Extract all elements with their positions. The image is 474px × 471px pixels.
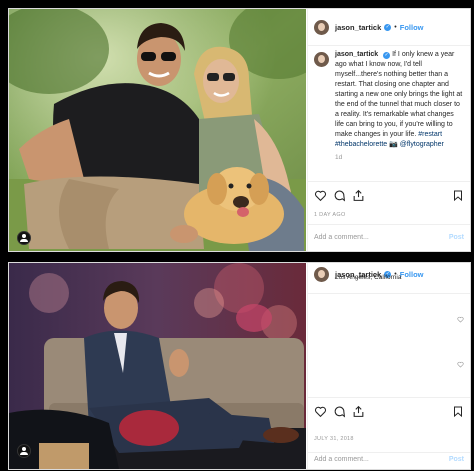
instagram-post-2: jason_tartick ✓ • Follow Los Angeles, Ca… [8, 262, 471, 470]
post-date: JULY 31, 2018 [314, 436, 354, 442]
separator-dot: • [394, 23, 397, 31]
verified-badge-icon: ✓ [384, 23, 392, 31]
verified-badge-icon: ✓ [383, 52, 391, 59]
post-1-side-panel: jason_tartick ✓ • Follow jason_tartick ✓… [307, 9, 470, 251]
small-heart-icon[interactable] [457, 361, 464, 368]
divider [308, 45, 470, 46]
user-tag-icon[interactable] [17, 231, 31, 245]
caption-body: If I only knew a year ago what I know no… [335, 51, 463, 138]
comment-box: Add a comment... Post [308, 452, 470, 469]
instagram-post-1: jason_tartick ✓ • Follow jason_tartick ✓… [8, 8, 471, 252]
post-1-caption: jason_tartick ✓ If I only knew a year ag… [314, 50, 464, 161]
avatar[interactable] [314, 266, 329, 282]
avatar[interactable] [314, 52, 329, 67]
bookmark-icon[interactable] [452, 405, 464, 418]
post-photo-couple-with-dog[interactable] [9, 9, 306, 251]
post-1-header: jason_tartick ✓ • Follow [314, 16, 466, 38]
comment-icon[interactable] [333, 189, 346, 202]
post-comment-button[interactable]: Post [449, 456, 464, 463]
divider [308, 397, 470, 398]
divider [308, 181, 470, 182]
comment-input[interactable]: Add a comment... [314, 456, 369, 463]
heart-icon[interactable] [314, 189, 327, 202]
mention-link[interactable]: @flytographer [400, 141, 444, 148]
caption-username[interactable]: jason_tartick [335, 51, 378, 58]
comment-icon[interactable] [333, 405, 346, 418]
caption-text: jason_tartick ✓ If I only knew a year ag… [335, 50, 464, 150]
location-link[interactable]: Los Angeles, California [335, 274, 402, 281]
comment-input[interactable]: Add a comment... [314, 234, 369, 241]
post-photo-man-on-couch[interactable] [9, 263, 306, 469]
share-icon[interactable] [352, 405, 365, 418]
comment-box: Add a comment... Post [308, 224, 470, 251]
camera-emoji: 📷 [389, 141, 398, 148]
user-tag-icon[interactable] [17, 444, 31, 458]
small-heart-icon[interactable] [457, 316, 464, 323]
follow-button[interactable]: Follow [400, 270, 424, 279]
avatar[interactable] [314, 19, 329, 35]
follow-button[interactable]: Follow [400, 23, 424, 32]
bookmark-icon[interactable] [452, 189, 464, 202]
post-date: 1 DAY AGO [314, 212, 346, 218]
post-2-side-panel: jason_tartick ✓ • Follow Los Angeles, Ca… [307, 263, 470, 469]
heart-icon[interactable] [314, 405, 327, 418]
time-ago: 1d [335, 154, 343, 161]
post-1-actions [314, 189, 464, 203]
share-icon[interactable] [352, 189, 365, 202]
username[interactable]: jason_tartick [335, 23, 381, 32]
post-comment-button[interactable]: Post [449, 234, 464, 241]
divider [308, 293, 470, 294]
post-2-actions [314, 405, 464, 419]
